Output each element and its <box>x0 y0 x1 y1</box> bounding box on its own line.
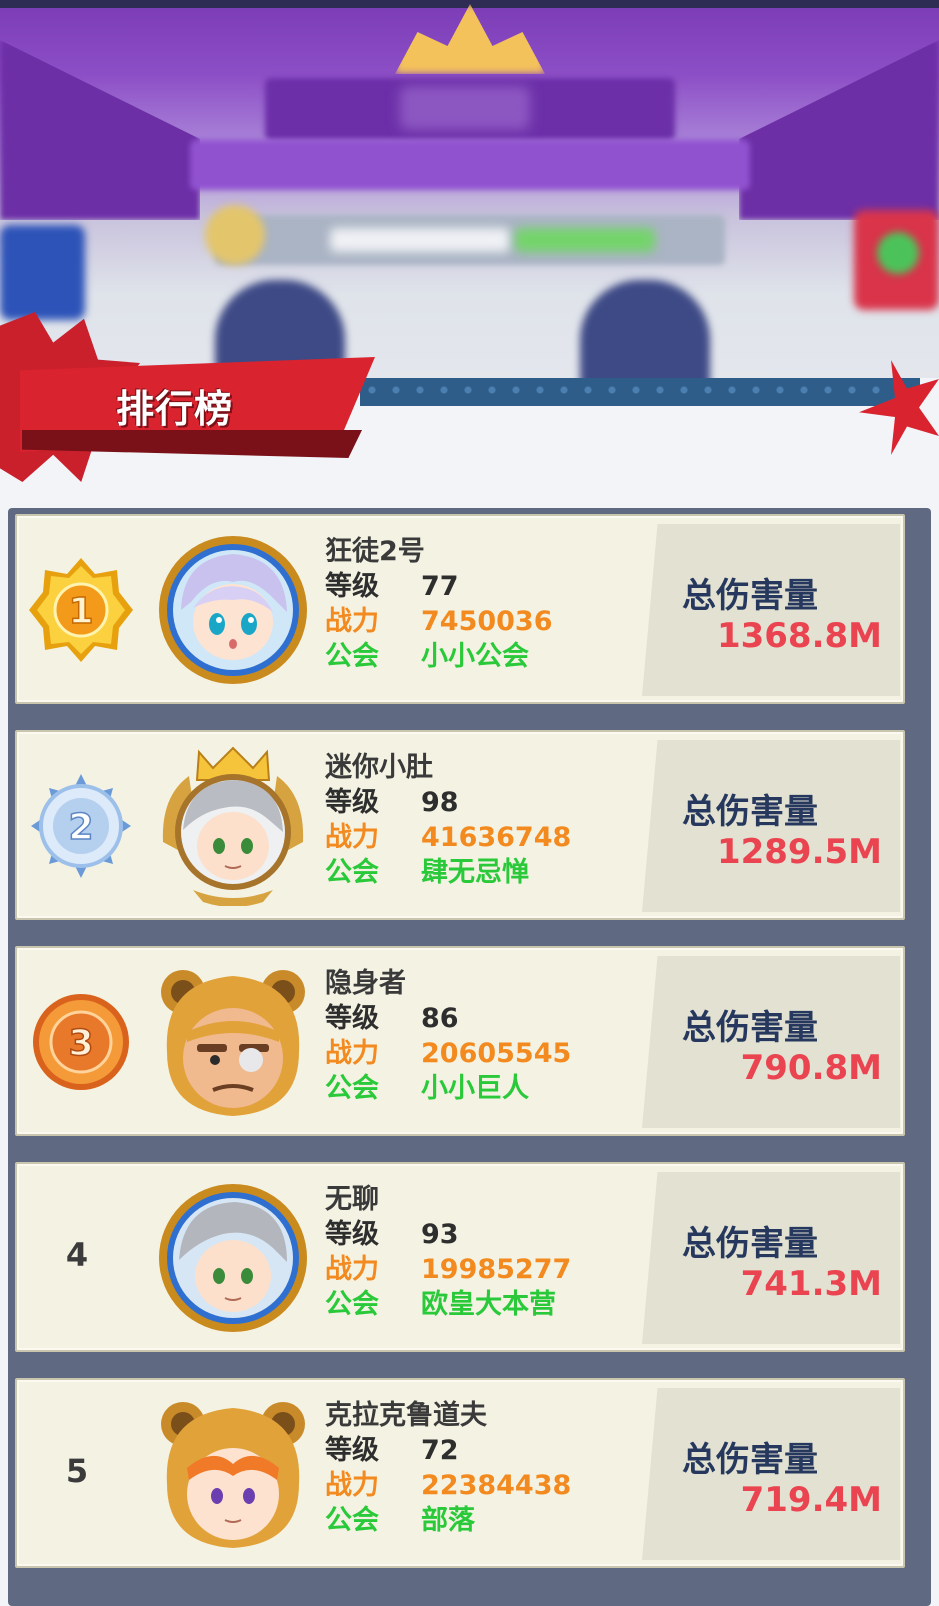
power-value: 19985277 <box>421 1254 572 1285</box>
guild-label: 公会 <box>325 1289 379 1320</box>
power-value: 22384438 <box>421 1470 572 1501</box>
player-name: 迷你小肚 <box>325 752 433 783</box>
damage-label: 总伤害量 <box>682 1440 818 1480</box>
leaderboard-row[interactable]: 4 无聊 等级 93 战力 19985277 公会 欧皇大本营 总伤害量 741.3M <box>15 1162 905 1352</box>
player-name: 无聊 <box>325 1184 379 1215</box>
leaderboard-row[interactable]: 2 迷你小肚 等级 98 战力 41636748 公会 肆无忌惮 总伤害量 1289.… <box>15 730 905 920</box>
player-name: 隐身者 <box>325 968 406 999</box>
damage-value: 790.8M <box>740 1048 882 1088</box>
power-value: 41636748 <box>421 822 572 853</box>
level-value: 77 <box>421 571 459 602</box>
player-name: 狂徒2号 <box>325 536 425 567</box>
player-info: 迷你小肚 等级 98 战力 41636748 公会 肆无忌惮 <box>325 750 571 890</box>
player-info: 克拉克鲁道夫 等级 72 战力 22384438 公会 部落 <box>325 1398 571 1538</box>
leaderboard-row[interactable]: 1 狂徒2号 等级 77 战力 7450036 公会 小小公会 总伤害量 1368.8… <box>15 514 905 704</box>
power-value: 7450036 <box>421 606 553 637</box>
guild-label: 公会 <box>325 857 379 888</box>
level-value: 86 <box>421 1003 459 1034</box>
guild-value: 欧皇大本营 <box>421 1289 556 1320</box>
avatar[interactable] <box>153 1178 313 1338</box>
gold-medal-icon: 1 <box>29 558 133 662</box>
guild-label: 公会 <box>325 641 379 672</box>
damage-value: 741.3M <box>740 1264 882 1304</box>
guild-value: 小小巨人 <box>421 1073 529 1104</box>
avatar[interactable] <box>153 962 313 1122</box>
level-label: 等级 <box>325 787 379 818</box>
damage-label: 总伤害量 <box>682 1008 818 1048</box>
leaderboard-row[interactable]: 5 克拉克鲁道夫 等级 72 战力 22384438 公会 部落 总伤害量 719.4… <box>15 1378 905 1568</box>
avatar[interactable] <box>153 1394 313 1554</box>
damage-value: 1289.5M <box>716 832 882 872</box>
power-label: 战力 <box>325 606 379 637</box>
guild-value: 部落 <box>421 1505 475 1536</box>
damage-label: 总伤害量 <box>682 576 818 616</box>
rank-number: 4 <box>65 1236 89 1274</box>
damage-value: 1368.8M <box>716 616 882 656</box>
power-label: 战力 <box>325 1470 379 1501</box>
rank-number: 2 <box>68 807 93 848</box>
damage-label: 总伤害量 <box>682 792 818 832</box>
guild-value: 小小公会 <box>421 641 529 672</box>
guild-label: 公会 <box>325 1505 379 1536</box>
rank-number: 5 <box>65 1452 89 1490</box>
player-info: 隐身者 等级 86 战力 20605545 公会 小小巨人 <box>325 966 571 1106</box>
player-info: 狂徒2号 等级 77 战力 7450036 公会 小小公会 <box>325 534 553 674</box>
level-label: 等级 <box>325 571 379 602</box>
title-banner: 排行榜 <box>0 312 380 482</box>
damage-label: 总伤害量 <box>682 1224 818 1264</box>
guild-label: 公会 <box>325 1073 379 1104</box>
silver-medal-icon: 2 <box>31 774 131 878</box>
power-label: 战力 <box>325 1038 379 1069</box>
power-label: 战力 <box>325 822 379 853</box>
level-label: 等级 <box>325 1435 379 1466</box>
avatar[interactable] <box>153 530 313 690</box>
leaderboard-row[interactable]: 3 隐身者 等级 86 战力 20605545 公会 小小巨人 总伤害量 790.8M <box>15 946 905 1136</box>
damage-value: 719.4M <box>740 1480 882 1520</box>
player-name: 克拉克鲁道夫 <box>325 1400 487 1431</box>
player-info: 无聊 等级 93 战力 19985277 公会 欧皇大本营 <box>325 1182 571 1322</box>
level-label: 等级 <box>325 1003 379 1034</box>
bronze-medal-icon: 3 <box>33 994 129 1090</box>
level-value: 98 <box>421 787 459 818</box>
page-title: 排行榜 <box>116 387 234 431</box>
avatar[interactable] <box>153 746 313 906</box>
level-value: 93 <box>421 1219 459 1250</box>
guild-value: 肆无忌惮 <box>421 857 529 888</box>
power-label: 战力 <box>325 1254 379 1285</box>
level-value: 72 <box>421 1435 459 1466</box>
rank-number: 3 <box>68 1023 93 1064</box>
rank-number: 1 <box>68 591 93 632</box>
power-value: 20605545 <box>421 1038 572 1069</box>
level-label: 等级 <box>325 1219 379 1250</box>
